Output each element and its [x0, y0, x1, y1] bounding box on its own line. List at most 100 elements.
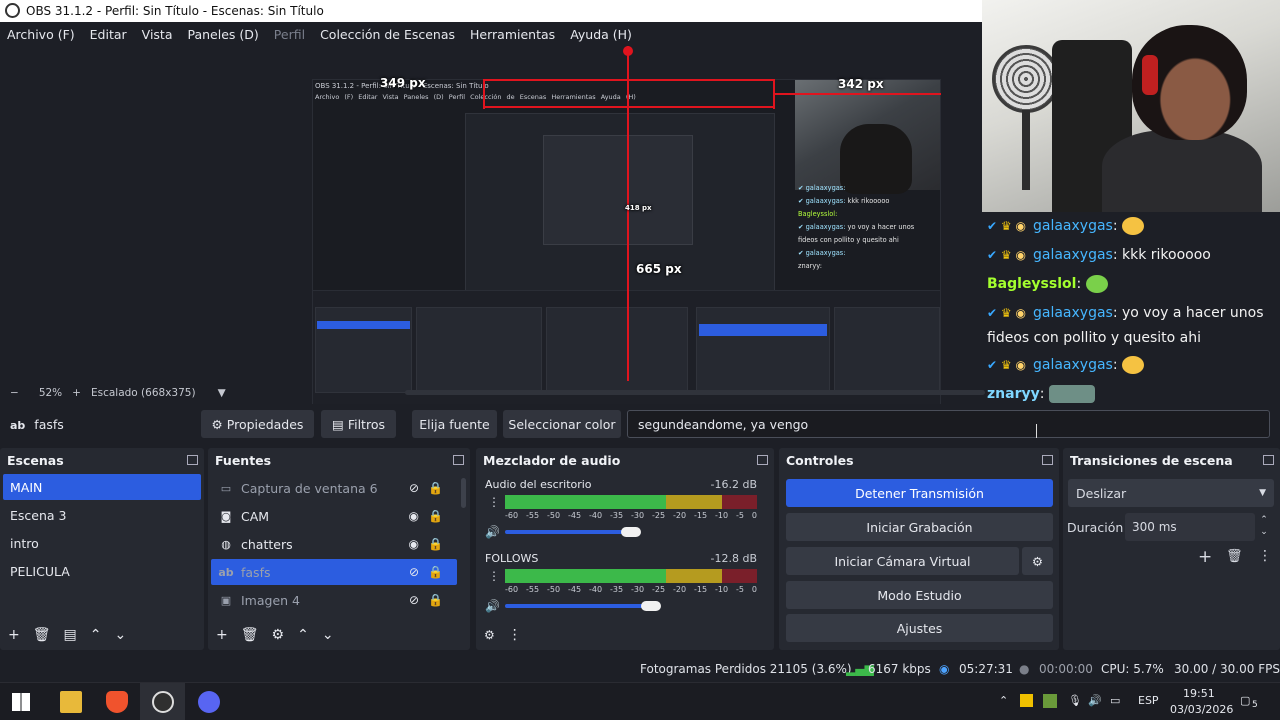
eye-icon[interactable]: ◉: [409, 537, 419, 551]
stop-stream-button[interactable]: Detener Transmisión: [786, 479, 1053, 507]
chevron-down-icon[interactable]: ⌄: [114, 627, 126, 643]
eye-icon[interactable]: ◉: [409, 509, 419, 523]
volume-icon[interactable]: 🔊: [1088, 694, 1102, 707]
trash-icon[interactable]: 🗑: [241, 627, 259, 643]
chat-user: znaryy: [987, 386, 1040, 402]
obs-icon[interactable]: [152, 691, 174, 713]
menu-edit[interactable]: Editar: [90, 27, 127, 42]
mixer-toolbar: ⚙ ⋮: [476, 620, 774, 650]
source-item-cam[interactable]: ◙ CAM ◉ 🔒: [211, 503, 457, 529]
scenes-dock: Escenas MAIN Escena 3 intro PELICULA + 🗑…: [0, 448, 204, 650]
text-source-input[interactable]: segundeandome, ya vengo: [627, 410, 1270, 438]
kebab-menu-icon[interactable]: ⋮: [508, 627, 522, 643]
lock-icon[interactable]: 🔒: [428, 509, 443, 523]
preview-canvas[interactable]: OBS 31.1.2 - Perfil: Sin Título - Escena…: [0, 46, 982, 429]
audio-track-desktop: Audio del escritorio -16.2 dB ⋮ -60 -55 -5…: [485, 478, 757, 548]
lock-icon[interactable]: 🔒: [428, 481, 443, 495]
lock-icon[interactable]: 🔒: [428, 593, 443, 607]
kebab-menu-icon[interactable]: ⋮: [488, 495, 500, 509]
chat-text: :: [1039, 386, 1045, 402]
menu-docks[interactable]: Paneles (D): [188, 27, 259, 42]
menu-file[interactable]: Archivo (F): [7, 27, 75, 42]
transition-select[interactable]: Deslizar ▼: [1068, 479, 1274, 507]
speaker-icon[interactable]: 🔊: [485, 525, 500, 539]
filter-icon[interactable]: ▤: [64, 627, 77, 643]
trash-icon[interactable]: 🗑: [1226, 549, 1243, 564]
eye-hidden-icon[interactable]: ⊘: [409, 565, 419, 579]
studio-mode-button[interactable]: Modo Estudio: [786, 581, 1053, 609]
menu-view[interactable]: Vista: [142, 27, 173, 42]
duration-input[interactable]: 300 ms: [1125, 513, 1255, 541]
brave-icon[interactable]: [106, 691, 128, 713]
menu-tools[interactable]: Herramientas: [470, 27, 555, 42]
add-transition-icon[interactable]: +: [1198, 547, 1212, 567]
volume-slider[interactable]: [505, 530, 631, 534]
chevron-up-icon[interactable]: ⌃: [999, 694, 1008, 707]
audio-track-db: -12.8 dB: [710, 552, 758, 565]
language-indicator[interactable]: ESP: [1138, 694, 1159, 707]
network-icon[interactable]: ▭: [1110, 694, 1120, 707]
volume-handle[interactable]: [641, 601, 661, 611]
eye-hidden-icon[interactable]: ⊘: [409, 593, 419, 607]
add-scene-icon[interactable]: +: [8, 627, 20, 643]
guide-handle[interactable]: [623, 46, 633, 56]
select-color-button[interactable]: Seleccionar color: [503, 410, 621, 438]
file-explorer-icon[interactable]: [60, 691, 82, 713]
zoom-out-button[interactable]: −: [10, 387, 19, 399]
source-item-chatters[interactable]: ◍ chatters ◉ 🔒: [211, 531, 457, 557]
lock-icon[interactable]: 🔒: [428, 565, 443, 579]
properties-button[interactable]: ⚙ Propiedades: [201, 410, 314, 438]
start-recording-button[interactable]: Iniciar Grabación: [786, 513, 1053, 541]
zoom-in-button[interactable]: +: [72, 387, 81, 399]
capture-scene-selected: [317, 321, 410, 329]
kebab-menu-icon[interactable]: ⋮: [1258, 548, 1272, 564]
gear-icon[interactable]: ⚙: [484, 628, 495, 642]
preview-horizontal-scrollbar[interactable]: [405, 390, 985, 395]
virtual-camera-button[interactable]: Iniciar Cámara Virtual: [786, 547, 1019, 575]
kebab-menu-icon[interactable]: ⋮: [488, 569, 500, 583]
undock-icon[interactable]: [757, 455, 768, 465]
undock-icon[interactable]: [1042, 455, 1053, 465]
eye-hidden-icon[interactable]: ⊘: [409, 481, 419, 495]
settings-button[interactable]: Ajustes: [786, 614, 1053, 642]
undock-icon[interactable]: [187, 455, 198, 465]
undock-icon[interactable]: [453, 455, 464, 465]
duration-stepper[interactable]: ⌃ ⌄: [1257, 514, 1271, 538]
chevron-up-icon[interactable]: ⌃: [297, 627, 309, 643]
tray-app-icon[interactable]: [1020, 694, 1033, 707]
transitions-dock: Transiciones de escena Deslizar ▼ Duraci…: [1063, 448, 1280, 650]
notification-icon[interactable]: ▢: [1240, 694, 1250, 707]
volume-slider[interactable]: [505, 604, 651, 608]
virtual-camera-settings-button[interactable]: ⚙: [1022, 547, 1053, 575]
chevron-down-icon[interactable]: ⌄: [322, 627, 334, 643]
lock-icon[interactable]: 🔒: [428, 537, 443, 551]
scene-item-main[interactable]: MAIN: [3, 474, 201, 500]
add-source-icon[interactable]: +: [216, 627, 228, 643]
tray-app-icon-2[interactable]: [1043, 694, 1057, 708]
menu-help[interactable]: Ayuda (H): [570, 27, 632, 42]
source-item-fasfs[interactable]: ab fasfs ⊘ 🔒: [211, 559, 457, 585]
scene-item-intro[interactable]: intro: [3, 530, 201, 556]
start-icon[interactable]: [12, 693, 30, 711]
measure-right-label: 342 px: [838, 77, 884, 91]
speaker-icon[interactable]: 🔊: [485, 599, 500, 613]
volume-handle[interactable]: [621, 527, 641, 537]
filters-button[interactable]: ▤ Filtros: [321, 410, 396, 438]
scene-item-pelicula[interactable]: PELICULA: [3, 558, 201, 584]
menu-scene-collection[interactable]: Colección de Escenas: [320, 27, 455, 42]
choose-font-button[interactable]: Elija fuente: [412, 410, 497, 438]
source-item-imagen-4[interactable]: ▣ Imagen 4 ⊘ 🔒: [211, 587, 457, 613]
source-item-window-capture[interactable]: ▭ Captura de ventana 6 ⊘ 🔒: [211, 475, 457, 501]
undock-icon[interactable]: [1263, 455, 1274, 465]
trash-icon[interactable]: 🗑: [33, 627, 51, 643]
record-icon: ●: [1019, 662, 1030, 676]
chevron-up-icon[interactable]: ⌃: [90, 627, 102, 643]
scene-item-escena-3[interactable]: Escena 3: [3, 502, 201, 528]
clock-time[interactable]: 19:51: [1183, 687, 1215, 700]
gear-icon[interactable]: ⚙: [272, 627, 285, 643]
scaling-dropdown-icon[interactable]: ▼: [218, 387, 226, 399]
discord-icon[interactable]: [198, 691, 220, 713]
clock-date[interactable]: 03/03/2026: [1170, 703, 1233, 716]
microphone-icon[interactable]: 🎙: [1068, 694, 1082, 707]
sources-scrollbar[interactable]: [461, 478, 466, 508]
